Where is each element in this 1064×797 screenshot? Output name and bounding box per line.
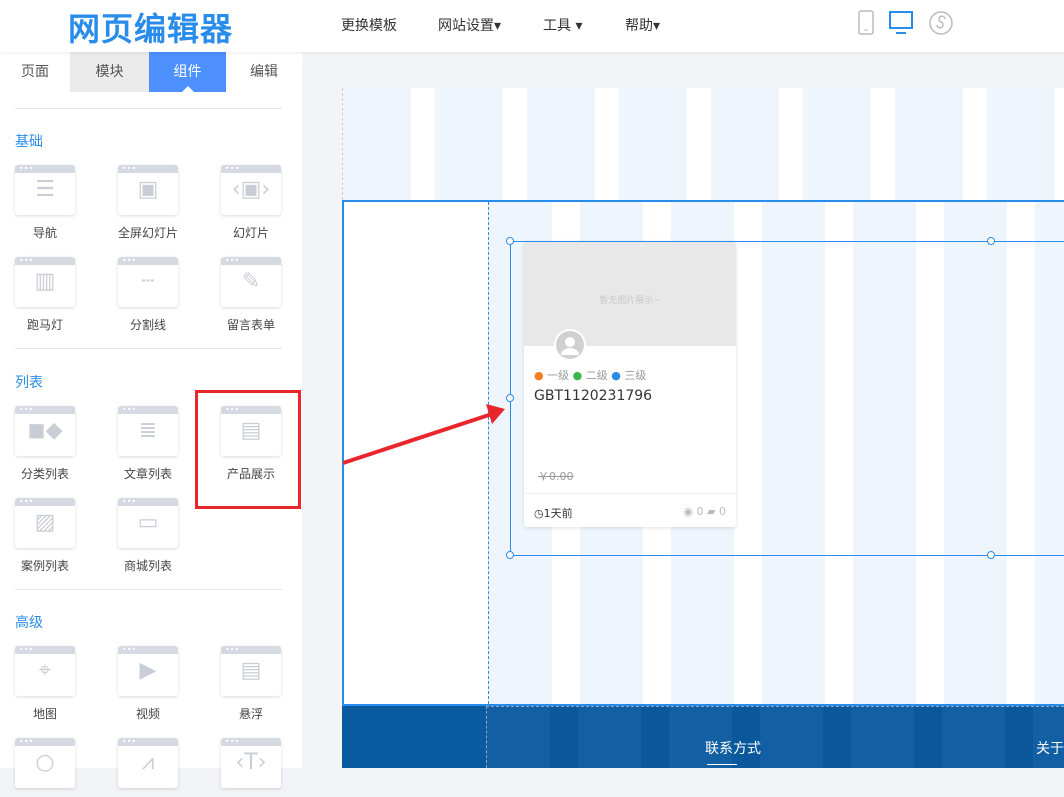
red-arrow — [342, 404, 505, 465]
